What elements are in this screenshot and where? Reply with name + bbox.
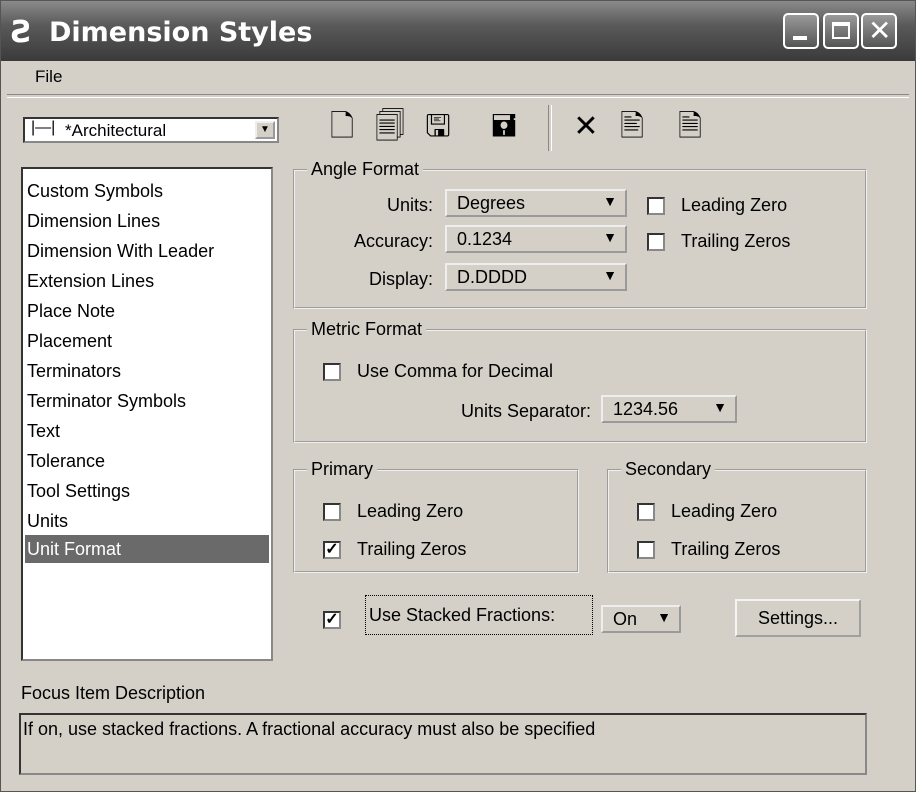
list-item[interactable]: Units <box>25 507 269 535</box>
angle-leading-zero-checkbox[interactable] <box>647 197 665 215</box>
metric-format-legend: Metric Format <box>311 319 423 339</box>
chevron-down-icon: ▼ <box>603 193 617 209</box>
angle-leading-zero-label[interactable]: Leading Zero <box>681 195 787 216</box>
angle-units-label: Units: <box>386 195 433 215</box>
menu-divider <box>7 94 909 98</box>
angle-trailing-zeros-checkbox[interactable] <box>647 233 665 251</box>
chevron-down-icon: ▼ <box>603 267 617 283</box>
use-comma-checkbox[interactable] <box>323 363 341 381</box>
menu-bar: File <box>1 61 915 95</box>
list-item[interactable]: Place Note <box>25 297 269 325</box>
stacked-fractions-value: On <box>613 609 638 629</box>
angle-display-dropdown[interactable]: D.DDDD ▼ <box>445 263 627 291</box>
angle-accuracy-dropdown[interactable]: 0.1234 ▼ <box>445 225 627 253</box>
list-item[interactable]: Placement <box>25 327 269 355</box>
primary-trailing-zeros-label[interactable]: Trailing Zeros <box>357 539 466 560</box>
minimize-button[interactable] <box>783 13 819 49</box>
secondary-trailing-zeros-label[interactable]: Trailing Zeros <box>671 539 780 560</box>
list-item[interactable]: Dimension With Leader <box>25 237 269 265</box>
list-item[interactable]: Dimension Lines <box>25 207 269 235</box>
secondary-legend: Secondary <box>625 459 712 479</box>
chevron-down-icon[interactable]: ▼ <box>255 121 275 139</box>
angle-trailing-zeros-label[interactable]: Trailing Zeros <box>681 231 790 252</box>
list-item[interactable]: Custom Symbols <box>25 177 269 205</box>
units-separator-label: Units Separator: <box>460 401 591 421</box>
angle-units-dropdown[interactable]: Degrees ▼ <box>445 189 627 217</box>
minimize-icon <box>793 36 807 40</box>
category-list[interactable]: Custom Symbols Dimension Lines Dimension… <box>21 167 273 661</box>
update-from-element-icon[interactable]: 🖹 <box>613 105 651 149</box>
dimension-styles-window: Ƨ Dimension Styles ✕ File |—| *Architect… <box>0 0 916 792</box>
microstation-icon: Ƨ <box>11 15 33 50</box>
list-item[interactable]: Tolerance <box>25 447 269 475</box>
toolbar-separator <box>548 105 552 151</box>
angle-units-value: Degrees <box>457 193 526 213</box>
use-comma-label[interactable]: Use Comma for Decimal <box>357 361 553 382</box>
primary-leading-zero-label[interactable]: Leading Zero <box>357 501 463 522</box>
primary-trailing-zeros-checkbox[interactable]: ✓ <box>323 541 341 559</box>
focus-description: If on, use stacked fractions. A fraction… <box>19 713 867 775</box>
chevron-down-icon: ▼ <box>603 229 617 245</box>
secondary-trailing-zeros-checkbox[interactable] <box>637 541 655 559</box>
save-as-icon[interactable]: 🖬 <box>485 105 523 149</box>
close-button[interactable]: ✕ <box>861 13 897 49</box>
list-item[interactable]: Extension Lines <box>25 267 269 295</box>
close-icon: ✕ <box>868 15 892 46</box>
maximize-button[interactable] <box>823 13 859 49</box>
chevron-down-icon: ▼ <box>657 609 671 625</box>
angle-accuracy-label: Accuracy: <box>353 231 433 251</box>
angle-display-value: D.DDDD <box>457 267 527 287</box>
list-item[interactable]: Tool Settings <box>25 477 269 505</box>
secondary-leading-zero-checkbox[interactable] <box>637 503 655 521</box>
save-icon[interactable]: 🖫 <box>419 105 457 149</box>
stacked-fractions-dropdown[interactable]: On ▼ <box>601 605 681 633</box>
properties-icon[interactable]: 🗐 <box>371 105 409 149</box>
stacked-fractions-checkbox[interactable]: ✓ <box>323 611 341 629</box>
window-title: Dimension Styles <box>49 17 313 48</box>
settings-button[interactable]: Settings... <box>735 599 861 637</box>
title-bar[interactable]: Ƨ Dimension Styles ✕ <box>1 1 915 61</box>
list-item[interactable]: Terminators <box>25 357 269 385</box>
secondary-leading-zero-label[interactable]: Leading Zero <box>671 501 777 522</box>
angle-accuracy-value: 0.1234 <box>457 229 513 249</box>
focus-item-label: Focus Item Description <box>21 683 206 703</box>
menu-file[interactable]: File <box>35 67 62 87</box>
dimension-style-icon: |—| <box>31 119 56 136</box>
list-item-selected[interactable]: Unit Format <box>25 535 269 563</box>
chevron-down-icon: ▼ <box>713 399 727 415</box>
primary-leading-zero-checkbox[interactable] <box>323 503 341 521</box>
angle-format-legend: Angle Format <box>311 159 420 179</box>
new-style-icon[interactable]: 🗋 <box>323 105 361 149</box>
angle-display-label: Display: <box>368 269 433 289</box>
list-item[interactable]: Terminator Symbols <box>25 387 269 415</box>
style-combo[interactable]: |—| *Architectural ▼ <box>23 117 279 143</box>
units-separator-dropdown[interactable]: 1234.56 ▼ <box>601 395 737 423</box>
primary-legend: Primary <box>311 459 373 479</box>
style-combo-value: *Architectural <box>65 121 167 140</box>
list-item[interactable]: Text <box>25 417 269 445</box>
match-icon[interactable]: 🗎 <box>671 105 709 149</box>
units-separator-value: 1234.56 <box>613 399 679 419</box>
delete-icon[interactable]: ✕ <box>567 105 605 149</box>
maximize-icon <box>832 22 850 39</box>
stacked-fractions-label[interactable]: Use Stacked Fractions: <box>369 605 555 626</box>
